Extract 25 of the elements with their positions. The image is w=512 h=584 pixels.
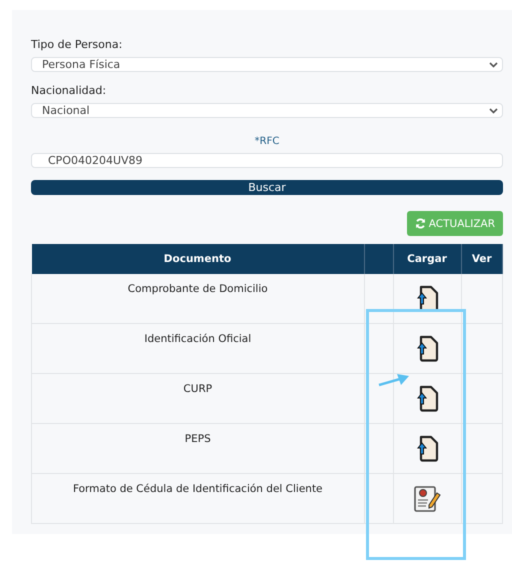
file-upload-icon[interactable]: [415, 435, 439, 462]
select-field[interactable]: Nacional: [31, 103, 503, 118]
chevron-down-icon: [489, 108, 498, 114]
document-cell: Formato de Cédula de Identificación del Cliente: [32, 474, 364, 524]
form-edit-icon[interactable]: [413, 484, 441, 512]
file-upload-icon[interactable]: [415, 385, 439, 412]
file-upload-icon[interactable]: [415, 285, 439, 312]
column-header: Documento: [32, 244, 364, 274]
document-cell: Identificación Oficial: [32, 324, 364, 374]
document-cell: CURP: [32, 374, 364, 424]
column-header: Cargar: [393, 244, 461, 274]
field-label: Nacionalidad:: [31, 84, 108, 97]
document-cell: PEPS: [32, 424, 364, 474]
search-button[interactable]: Buscar: [31, 180, 503, 195]
field-label: Tipo de Persona:: [31, 38, 124, 51]
rfc-label: *RFC: [254, 136, 280, 147]
select-field[interactable]: Persona Física: [31, 57, 503, 72]
rfc-input-field[interactable]: CPO040204UV89: [31, 153, 503, 168]
refresh-icon: [414, 218, 426, 229]
document-cell: Comprobante de Domicilio: [32, 274, 364, 324]
file-upload-icon[interactable]: [415, 335, 439, 362]
chevron-down-icon: [489, 62, 498, 68]
column-header: Ver: [461, 244, 502, 274]
pointer-arrow: [378, 373, 410, 387]
header-cell: [364, 244, 393, 274]
